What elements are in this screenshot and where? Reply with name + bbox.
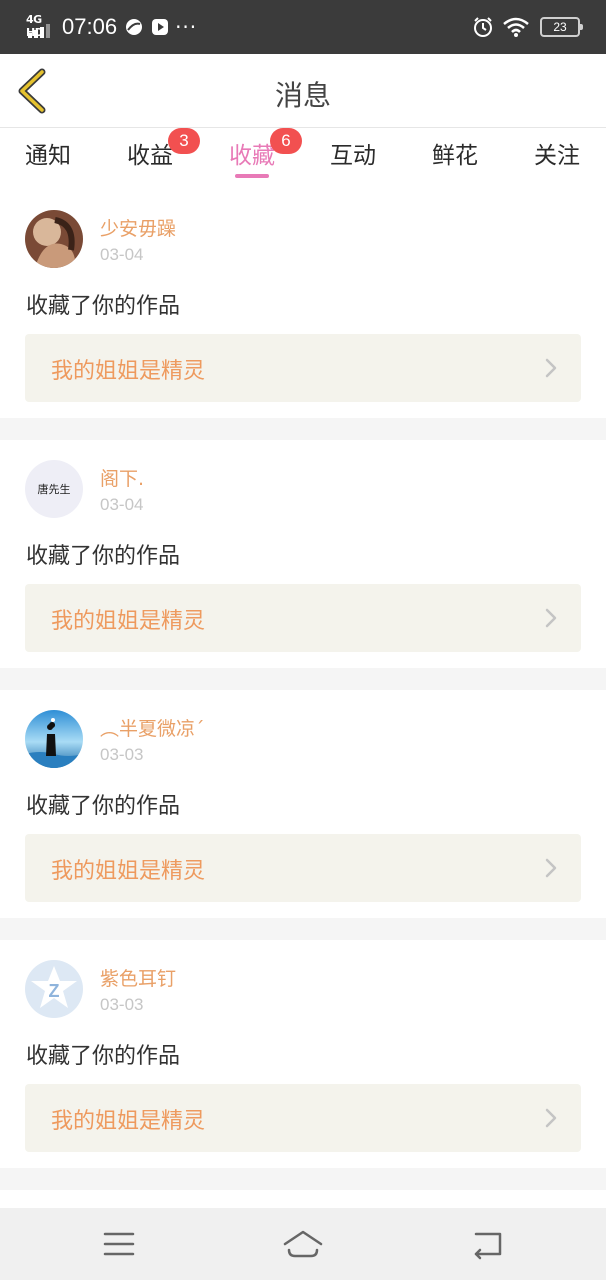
work-link[interactable]: 我的姐姐是精灵 <box>25 334 581 402</box>
chevron-right-icon <box>545 858 557 878</box>
work-link[interactable]: 我的姐姐是精灵 <box>25 834 581 902</box>
tab-favorites[interactable]: 收藏 6 <box>229 128 302 188</box>
menu-icon[interactable] <box>99 1228 139 1260</box>
more-notifications-icon: ··· <box>175 15 198 39</box>
action-text: 收藏了你的作品 <box>26 1044 181 1069</box>
home-icon[interactable] <box>283 1228 323 1260</box>
work-link[interactable]: 我的姐姐是精灵 <box>25 584 581 652</box>
tab-label: 互动 <box>330 143 376 169</box>
battery-icon: 23 <box>540 17 583 37</box>
chevron-right-icon <box>545 1108 557 1128</box>
avatar[interactable] <box>25 210 83 268</box>
tab-label: 收藏 <box>229 143 275 169</box>
tab-notifications[interactable]: 通知 <box>25 136 71 188</box>
unread-badge: 3 <box>168 128 200 154</box>
page-title: 消息 <box>274 79 331 112</box>
tab-flowers[interactable]: 鲜花 <box>432 136 478 188</box>
action-text: 收藏了你的作品 <box>26 294 181 319</box>
active-tab-indicator <box>235 174 269 178</box>
timestamp: 03-04 <box>100 495 144 514</box>
app-root: 4G HD 07:06 ··· <box>0 0 606 1280</box>
status-bar: 4G HD 07:06 ··· <box>0 0 606 54</box>
work-link[interactable]: 我的姐姐是精灵 <box>25 1084 581 1152</box>
network-indicator: 4G HD <box>26 13 56 41</box>
work-title: 我的姐姐是精灵 <box>51 859 206 884</box>
action-text: 收藏了你的作品 <box>26 544 181 569</box>
work-title: 我的姐姐是精灵 <box>51 1109 206 1134</box>
notification-card: Z 紫色耳钉 03-03 收藏了你的作品 我的姐姐是精灵 <box>0 940 606 1168</box>
status-right: 23 <box>472 14 583 40</box>
tab-label: 鲜花 <box>432 143 478 169</box>
avatar[interactable]: 唐先生 <box>25 460 83 518</box>
chevron-right-icon <box>545 608 557 628</box>
tab-bar: 通知 收益 3 收藏 6 互动 鲜花 关注 <box>0 128 606 190</box>
avatar[interactable]: Z <box>25 960 83 1018</box>
tab-interactions[interactable]: 互动 <box>330 136 376 188</box>
notification-list: 少安毋躁 03-04 收藏了你的作品 我的姐姐是精灵 唐先生 阁下. 03-04… <box>0 190 606 1252</box>
alarm-icon <box>474 17 492 37</box>
svg-text:Z: Z <box>49 981 60 1001</box>
battery-level: 23 <box>553 20 567 34</box>
username[interactable]: 少安毋躁 <box>100 214 176 241</box>
timestamp: 03-03 <box>100 995 144 1014</box>
browser-icon <box>126 19 143 35</box>
work-title: 我的姐姐是精灵 <box>51 609 206 634</box>
tab-label: 关注 <box>534 143 580 169</box>
tab-earnings[interactable]: 收益 3 <box>127 128 200 188</box>
tab-follows[interactable]: 关注 <box>534 136 580 188</box>
status-left: 4G HD 07:06 ··· <box>26 12 197 42</box>
clock: 07:06 <box>62 14 118 39</box>
timestamp: 03-04 <box>100 245 144 264</box>
username[interactable]: 紫色耳钉 <box>100 964 176 991</box>
avatar-text: 唐先生 <box>37 483 71 496</box>
avatar[interactable] <box>25 710 83 768</box>
tab-label: 通知 <box>25 143 71 169</box>
notification-card: ︵半夏微凉´ 03-03 收藏了你的作品 我的姐姐是精灵 <box>0 690 606 918</box>
work-title: 我的姐姐是精灵 <box>51 359 206 384</box>
chevron-right-icon <box>545 358 557 378</box>
username[interactable]: ︵半夏微凉´ <box>100 714 205 741</box>
video-app-icon <box>152 19 169 35</box>
wifi-icon <box>503 17 529 37</box>
signal-bars-icon <box>28 24 50 38</box>
tab-label: 收益 <box>127 143 173 169</box>
back-icon[interactable] <box>468 1228 508 1260</box>
unread-badge: 6 <box>270 128 302 154</box>
notification-card: 少安毋躁 03-04 收藏了你的作品 我的姐姐是精灵 <box>0 190 606 418</box>
system-nav-bar <box>0 1208 606 1280</box>
header-bar: 消息 <box>0 54 606 128</box>
username[interactable]: 阁下. <box>100 464 144 491</box>
notification-card: 唐先生 阁下. 03-04 收藏了你的作品 我的姐姐是精灵 <box>0 440 606 668</box>
action-text: 收藏了你的作品 <box>26 794 181 819</box>
timestamp: 03-03 <box>100 745 144 764</box>
